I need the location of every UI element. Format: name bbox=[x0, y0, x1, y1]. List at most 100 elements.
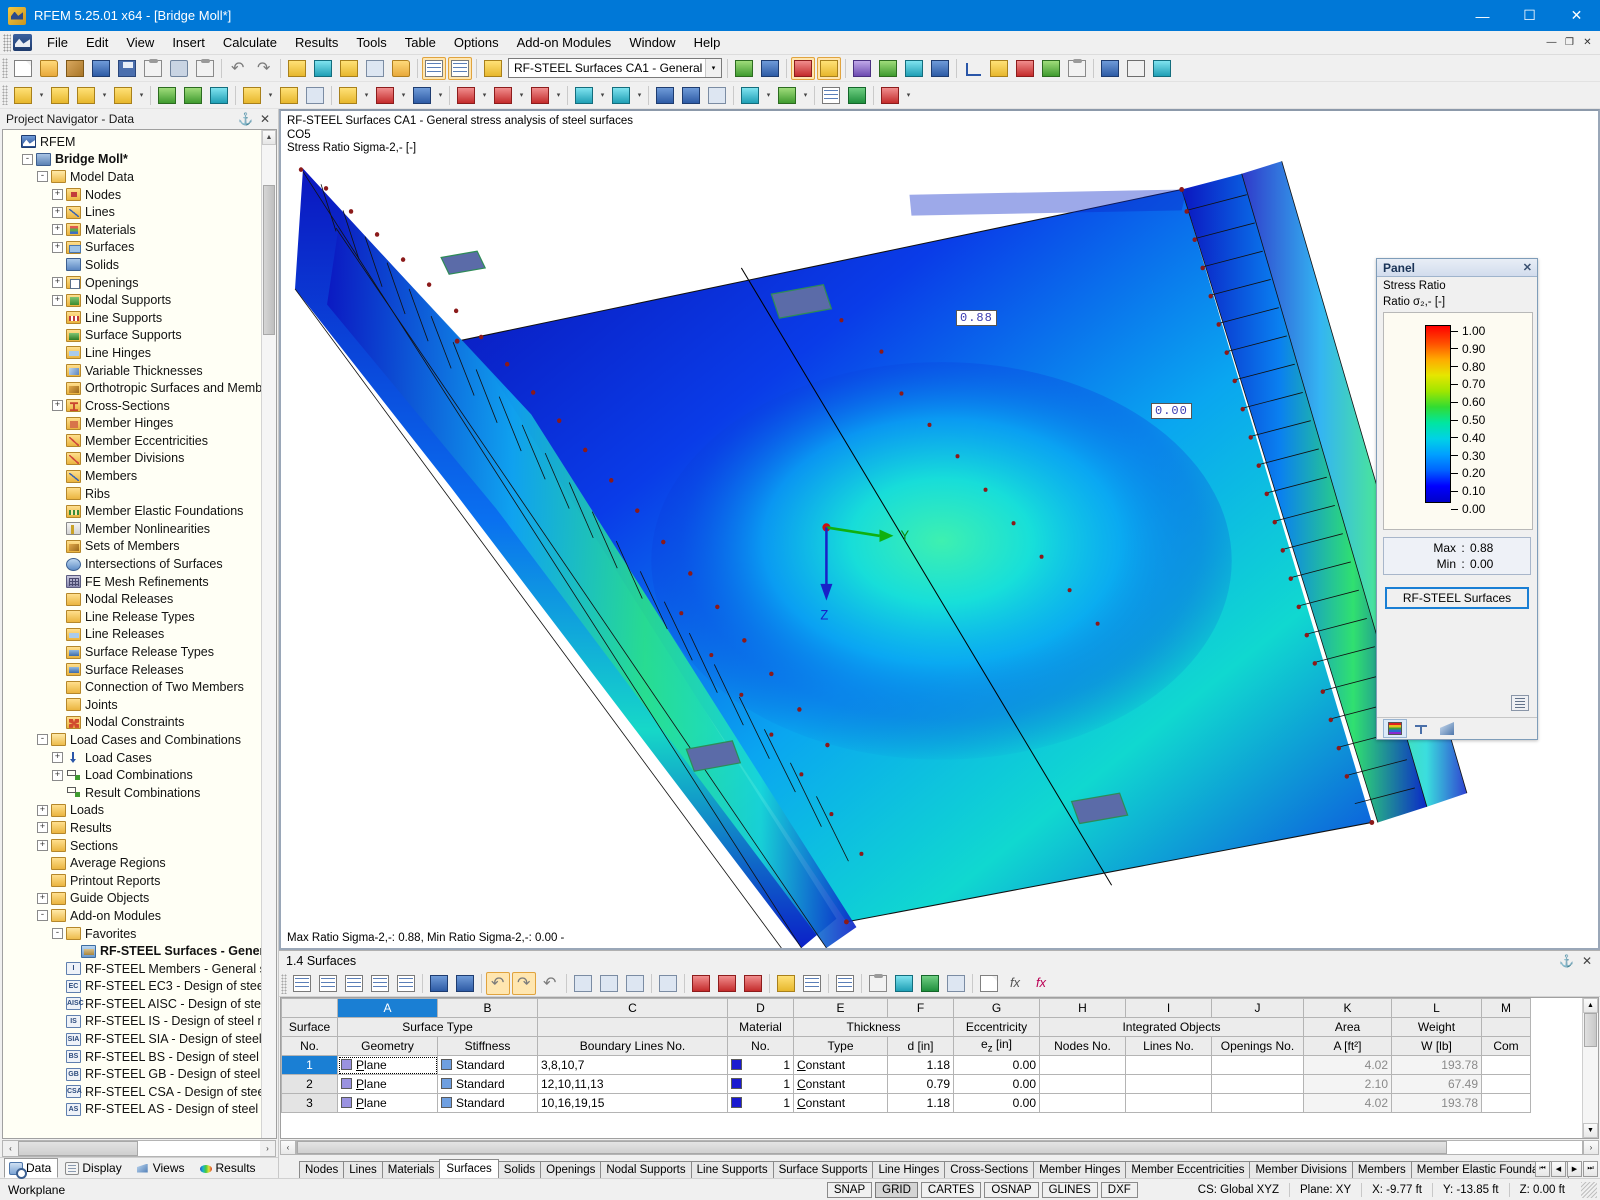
cell-area[interactable]: 2.10 bbox=[1304, 1075, 1392, 1094]
column-header-l[interactable]: L bbox=[1392, 999, 1482, 1018]
surface-load-dropdown-arrow[interactable]: ▾ bbox=[553, 84, 564, 107]
sheet-tab-openings[interactable]: Openings bbox=[540, 1161, 601, 1178]
view-style-button[interactable] bbox=[775, 84, 799, 107]
insert-surface-support-button[interactable] bbox=[207, 84, 231, 107]
tree-item[interactable]: -Bridge Moll* bbox=[7, 151, 276, 169]
expand-icon[interactable]: + bbox=[52, 189, 63, 200]
table-export-excel-button[interactable] bbox=[918, 972, 942, 995]
expand-icon[interactable]: + bbox=[52, 295, 63, 306]
cell-material-no[interactable]: 1 bbox=[728, 1094, 794, 1113]
sheet-tab-line-hinges[interactable]: Line Hinges bbox=[872, 1161, 945, 1178]
status-toggle-snap[interactable]: SNAP bbox=[827, 1182, 872, 1198]
table-vscroll-thumb[interactable] bbox=[1584, 1013, 1597, 1047]
insert-polyline-button[interactable] bbox=[111, 84, 135, 107]
insert-rib-button[interactable] bbox=[277, 84, 301, 107]
tree-item[interactable]: Surface Release Types bbox=[7, 643, 276, 661]
cell-openings-no[interactable] bbox=[1212, 1075, 1304, 1094]
toolbar-grip-2[interactable] bbox=[2, 85, 8, 105]
tree-item[interactable]: Line Hinges bbox=[7, 344, 276, 362]
cell-boundary-lines[interactable]: 12,10,11,13 bbox=[538, 1075, 728, 1094]
view-zoom-button[interactable] bbox=[738, 84, 762, 107]
table-delete-button[interactable] bbox=[689, 972, 713, 995]
column-header-j[interactable]: J bbox=[1212, 999, 1304, 1018]
status-toggle-glines[interactable]: GLINES bbox=[1042, 1182, 1098, 1198]
table-scroll-down[interactable]: ▼ bbox=[1583, 1123, 1598, 1138]
cell-thickness-type[interactable]: Constant bbox=[794, 1094, 888, 1113]
menu-item-window[interactable]: Window bbox=[620, 32, 684, 53]
opening-dropdown-arrow[interactable]: ▾ bbox=[398, 84, 409, 107]
open-file-button[interactable] bbox=[37, 57, 61, 80]
mdi-close-button[interactable]: ✕ bbox=[1579, 35, 1596, 50]
print-button[interactable] bbox=[167, 57, 191, 80]
insert-member-button[interactable] bbox=[240, 84, 264, 107]
hscroll-track[interactable] bbox=[18, 1141, 260, 1156]
status-toggle-cartes[interactable]: CARTES bbox=[921, 1182, 981, 1198]
expand-icon[interactable]: + bbox=[52, 242, 63, 253]
tree-item[interactable]: -Favorites bbox=[7, 925, 276, 943]
tree-item[interactable]: +Loads bbox=[7, 802, 276, 820]
show-tables-button[interactable] bbox=[422, 57, 446, 80]
table-row[interactable]: 1PlaneStandard3,8,10,71Constant1.180.004… bbox=[282, 1056, 1531, 1075]
sheet-tab-lines[interactable]: Lines bbox=[343, 1161, 383, 1178]
collapse-icon[interactable]: - bbox=[52, 928, 63, 939]
insert-opening-button[interactable] bbox=[373, 84, 397, 107]
tree-item[interactable]: Solids bbox=[7, 256, 276, 274]
table-hscroll-left[interactable]: ‹ bbox=[280, 1140, 296, 1155]
table-hscroll-right[interactable]: › bbox=[1583, 1140, 1599, 1155]
insert-node-button[interactable] bbox=[11, 84, 35, 107]
surface-dropdown-arrow[interactable]: ▾ bbox=[361, 84, 372, 107]
table-hscroll-track[interactable] bbox=[296, 1140, 1583, 1155]
scroll-up-button[interactable]: ▲ bbox=[262, 130, 276, 145]
nav-tab-display[interactable]: Display bbox=[60, 1158, 128, 1178]
table-body[interactable]: 1PlaneStandard3,8,10,71Constant1.180.004… bbox=[282, 1056, 1531, 1113]
move-dropdown-arrow[interactable]: ▾ bbox=[597, 84, 608, 107]
table-calc-button[interactable] bbox=[833, 972, 857, 995]
table-excel-button[interactable] bbox=[845, 84, 869, 107]
cell-lines-no[interactable] bbox=[1126, 1056, 1212, 1075]
clipboard-button[interactable] bbox=[141, 57, 165, 80]
table-sheet-tabs[interactable]: NodesLinesMaterialsSurfacesSolidsOpening… bbox=[279, 1156, 1600, 1178]
tree-item[interactable]: +Lines bbox=[7, 203, 276, 221]
save-button[interactable] bbox=[115, 57, 139, 80]
table-undo-button[interactable] bbox=[486, 972, 510, 995]
result-value-button[interactable] bbox=[1039, 57, 1063, 80]
sheet-tab-solids[interactable]: Solids bbox=[498, 1161, 541, 1178]
column-header-c[interactable]: C bbox=[538, 999, 728, 1018]
table-new-button[interactable] bbox=[290, 972, 314, 995]
table-rename-button[interactable] bbox=[977, 972, 1001, 995]
tree-item[interactable]: Orthotropic Surfaces and Membra bbox=[7, 379, 276, 397]
resize-grip[interactable] bbox=[1581, 1182, 1597, 1198]
tree-item[interactable]: +Openings bbox=[7, 274, 276, 292]
expand-icon[interactable]: + bbox=[52, 400, 63, 411]
cell-material-no[interactable]: 1 bbox=[728, 1075, 794, 1094]
tree-item[interactable]: IRF-STEEL Members - General stres bbox=[7, 960, 276, 978]
tree-item[interactable]: ISRF-STEEL IS - Design of steel mem bbox=[7, 1013, 276, 1031]
tree-item[interactable]: +Surfaces bbox=[7, 239, 276, 257]
expand-icon[interactable]: + bbox=[37, 893, 48, 904]
move-button[interactable] bbox=[572, 84, 596, 107]
insert-line-support-button[interactable] bbox=[181, 84, 205, 107]
column-header-b[interactable]: B bbox=[438, 999, 538, 1018]
tree-item[interactable]: +Cross-Sections bbox=[7, 397, 276, 415]
table-hscrollbar[interactable]: ‹ › bbox=[280, 1139, 1599, 1156]
collapse-icon[interactable]: - bbox=[37, 910, 48, 921]
expand-icon[interactable]: + bbox=[52, 224, 63, 235]
tree-item[interactable]: Average Regions bbox=[7, 854, 276, 872]
table-report-button[interactable] bbox=[866, 972, 890, 995]
cell-comment[interactable] bbox=[1482, 1094, 1531, 1113]
insert-dim-line-button[interactable] bbox=[74, 84, 98, 107]
menu-item-insert[interactable]: Insert bbox=[163, 32, 214, 53]
mdi-minimize-button[interactable]: — bbox=[1543, 35, 1560, 50]
tree-item[interactable]: ASRF-STEEL AS - Design of steel men bbox=[7, 1101, 276, 1119]
tree-item[interactable]: AISCRF-STEEL AISC - Design of steel m bbox=[7, 995, 276, 1013]
table-redo-button[interactable] bbox=[512, 972, 536, 995]
insert-set-members-button[interactable] bbox=[303, 84, 327, 107]
tree-item[interactable]: +Sections bbox=[7, 837, 276, 855]
mdi-document-icon[interactable] bbox=[13, 34, 32, 51]
column-header-a[interactable]: A bbox=[338, 999, 438, 1018]
toolbar-grip-1[interactable] bbox=[2, 58, 8, 78]
tree-item[interactable]: +Guide Objects bbox=[7, 890, 276, 908]
tree-item[interactable]: Members bbox=[7, 467, 276, 485]
tree-item[interactable]: GBRF-STEEL GB - Design of steel mer bbox=[7, 1065, 276, 1083]
row-header[interactable]: 1 bbox=[282, 1056, 338, 1075]
